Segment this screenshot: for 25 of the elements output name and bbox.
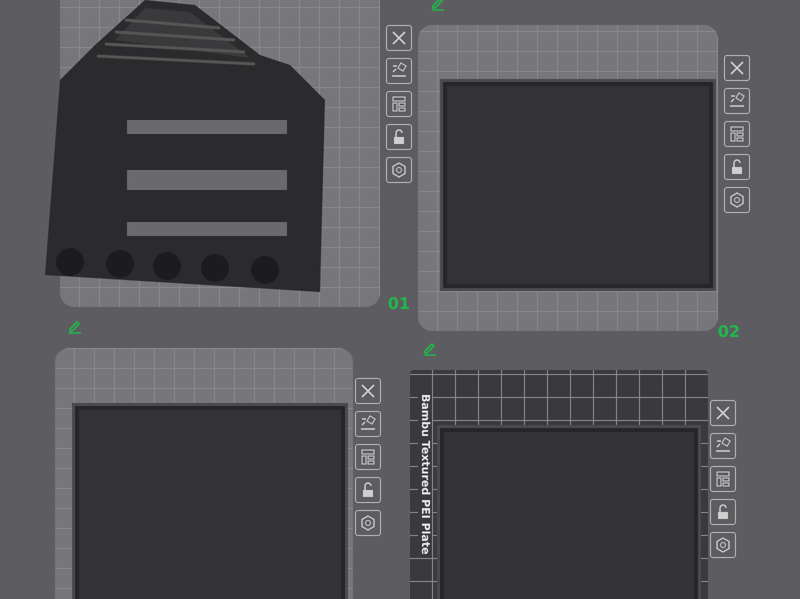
settings-button[interactable] bbox=[724, 187, 750, 213]
lock-button[interactable] bbox=[355, 477, 381, 503]
arrange-button[interactable] bbox=[386, 91, 412, 117]
lock-button[interactable] bbox=[386, 124, 412, 150]
arrange-button[interactable] bbox=[355, 444, 381, 470]
auto-orient-button[interactable] bbox=[710, 433, 736, 459]
edit-icon[interactable] bbox=[67, 318, 83, 334]
plate-number: 01 bbox=[388, 294, 410, 313]
arrange-button[interactable] bbox=[724, 121, 750, 147]
auto-orient-button[interactable] bbox=[355, 411, 381, 437]
auto-orient-button[interactable] bbox=[386, 58, 412, 84]
plate-type-label: Bambu Textured PEI Plate bbox=[418, 394, 432, 555]
lock-button[interactable] bbox=[724, 154, 750, 180]
auto-orient-button[interactable] bbox=[724, 88, 750, 114]
plate-number: 02 bbox=[718, 322, 740, 341]
close-button[interactable] bbox=[710, 400, 736, 426]
arrange-button[interactable] bbox=[710, 466, 736, 492]
edit-icon[interactable] bbox=[422, 340, 438, 356]
close-button[interactable] bbox=[386, 25, 412, 51]
close-button[interactable] bbox=[724, 55, 750, 81]
settings-button[interactable] bbox=[710, 532, 736, 558]
lock-button[interactable] bbox=[710, 499, 736, 525]
close-button[interactable] bbox=[355, 378, 381, 404]
settings-button[interactable] bbox=[386, 157, 412, 183]
settings-button[interactable] bbox=[355, 510, 381, 536]
